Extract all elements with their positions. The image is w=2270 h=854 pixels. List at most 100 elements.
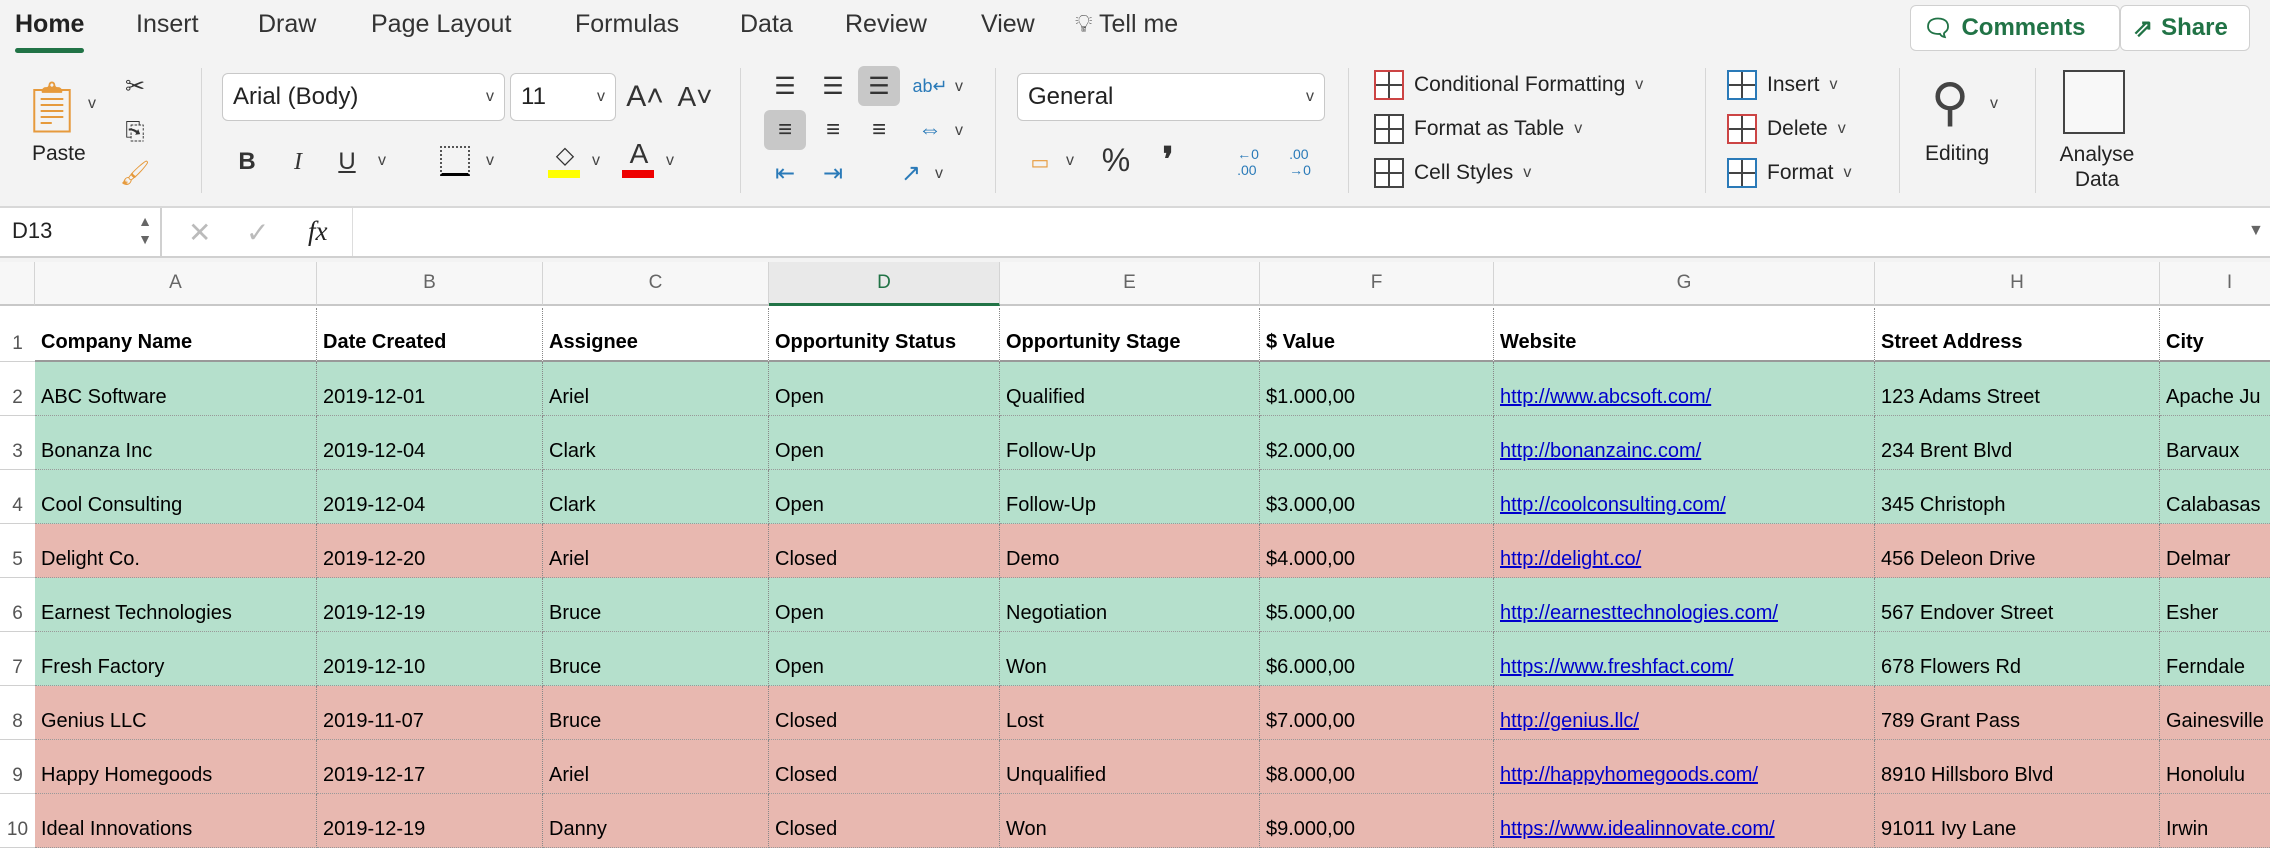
tab-formulas[interactable]: Formulas bbox=[575, 10, 679, 39]
font-size-select[interactable]: 11 v bbox=[510, 73, 616, 121]
table-cell[interactable]: Closed bbox=[769, 524, 1000, 578]
expand-formula-bar-icon[interactable]: ▼ bbox=[2248, 222, 2264, 240]
magnifier-icon[interactable]: ⚲ bbox=[1920, 68, 1980, 138]
table-cell[interactable]: $4.000,00 bbox=[1260, 524, 1494, 578]
wrap-dropdown-icon[interactable]: v bbox=[955, 78, 963, 96]
website-link[interactable]: http://delight.co/ bbox=[1500, 548, 1641, 571]
column-header-g[interactable]: G bbox=[1494, 262, 1875, 306]
table-cell[interactable]: Barvaux bbox=[2160, 416, 2270, 470]
delete-cells-button[interactable]: Delete v bbox=[1727, 114, 1846, 144]
paste-icon[interactable]: 📋︎ bbox=[20, 72, 83, 142]
copy-icon[interactable]: ⎘ bbox=[115, 112, 155, 152]
website-link[interactable]: https://www.freshfact.com/ bbox=[1500, 656, 1733, 679]
share-button[interactable]: ⇗ Share bbox=[2120, 5, 2250, 51]
paste-dropdown-icon[interactable]: v bbox=[88, 95, 96, 113]
table-cell[interactable]: http://bonanzainc.com/ bbox=[1494, 416, 1875, 470]
header-cell[interactable]: Assignee bbox=[543, 308, 769, 362]
cut-icon[interactable]: ✂ bbox=[118, 68, 152, 104]
column-header-b[interactable]: B bbox=[317, 262, 543, 306]
website-link[interactable]: http://www.abcsoft.com/ bbox=[1500, 386, 1711, 409]
cell-styles-button[interactable]: Cell Styles v bbox=[1374, 158, 1531, 188]
conditional-formatting-button[interactable]: Conditional Formatting v bbox=[1374, 70, 1643, 100]
table-cell[interactable]: Delight Co. bbox=[35, 524, 317, 578]
tab-home[interactable]: Home bbox=[15, 10, 85, 53]
underline-button[interactable]: U bbox=[332, 142, 362, 182]
analyse-data-icon[interactable] bbox=[2063, 70, 2125, 134]
table-cell[interactable]: Won bbox=[1000, 632, 1260, 686]
table-cell[interactable]: Demo bbox=[1000, 524, 1260, 578]
table-cell[interactable]: 91011 Ivy Lane bbox=[1875, 794, 2160, 848]
table-cell[interactable]: http://earnesttechnologies.com/ bbox=[1494, 578, 1875, 632]
table-cell[interactable]: Ariel bbox=[543, 362, 769, 416]
header-cell[interactable]: $ Value bbox=[1260, 308, 1494, 362]
tell-me[interactable]: 💡︎ Tell me bbox=[1075, 10, 1178, 39]
table-cell[interactable]: http://delight.co/ bbox=[1494, 524, 1875, 578]
orientation-dropdown-icon[interactable]: v bbox=[935, 165, 943, 183]
number-format-select[interactable]: General v bbox=[1017, 73, 1325, 121]
underline-dropdown-icon[interactable]: v bbox=[378, 152, 386, 170]
table-cell[interactable]: Bruce bbox=[543, 686, 769, 740]
table-cell[interactable]: 2019-12-04 bbox=[317, 470, 543, 524]
table-cell[interactable]: https://www.idealinnovate.com/ bbox=[1494, 794, 1875, 848]
table-cell[interactable]: Open bbox=[769, 362, 1000, 416]
tab-draw[interactable]: Draw bbox=[258, 10, 316, 39]
table-cell[interactable]: Closed bbox=[769, 794, 1000, 848]
table-cell[interactable]: Open bbox=[769, 416, 1000, 470]
table-cell[interactable]: $7.000,00 bbox=[1260, 686, 1494, 740]
table-cell[interactable]: Ideal Innovations bbox=[35, 794, 317, 848]
table-cell[interactable]: 2019-12-17 bbox=[317, 740, 543, 794]
decrease-indent-icon[interactable]: ⇤ bbox=[764, 155, 806, 191]
row-header[interactable]: 7 bbox=[0, 632, 35, 686]
table-cell[interactable]: Apache Ju bbox=[2160, 362, 2270, 416]
table-cell[interactable]: 345 Christoph bbox=[1875, 470, 2160, 524]
merge-center-icon[interactable]: ⇔ bbox=[910, 110, 950, 150]
comma-style-button[interactable]: ❜ bbox=[1150, 140, 1186, 180]
accounting-format-icon[interactable]: ▭ bbox=[1020, 142, 1060, 182]
row-header[interactable]: 1 bbox=[0, 308, 35, 362]
table-cell[interactable]: Delmar bbox=[2160, 524, 2270, 578]
insert-cells-button[interactable]: Insert v bbox=[1727, 70, 1838, 100]
table-cell[interactable]: Follow-Up bbox=[1000, 416, 1260, 470]
comments-button[interactable]: 🗨︎ Comments bbox=[1910, 5, 2120, 51]
table-cell[interactable]: 123 Adams Street bbox=[1875, 362, 2160, 416]
table-cell[interactable]: Closed bbox=[769, 686, 1000, 740]
fill-color-icon[interactable]: ◇ bbox=[548, 140, 582, 170]
select-all-corner[interactable] bbox=[0, 262, 35, 306]
row-header[interactable]: 8 bbox=[0, 686, 35, 740]
analyse-data-label[interactable]: Analyse Data bbox=[2052, 142, 2142, 192]
table-cell[interactable]: Open bbox=[769, 632, 1000, 686]
table-cell[interactable]: Irwin bbox=[2160, 794, 2270, 848]
header-cell[interactable]: Opportunity Stage bbox=[1000, 308, 1260, 362]
table-cell[interactable]: Fresh Factory bbox=[35, 632, 317, 686]
enter-icon[interactable]: ✓ bbox=[246, 216, 269, 249]
table-cell[interactable]: 234 Brent Blvd bbox=[1875, 416, 2160, 470]
website-link[interactable]: http://coolconsulting.com/ bbox=[1500, 494, 1726, 517]
table-cell[interactable]: Cool Consulting bbox=[35, 470, 317, 524]
italic-button[interactable]: I bbox=[283, 142, 313, 182]
table-cell[interactable]: Earnest Technologies bbox=[35, 578, 317, 632]
fill-color-dropdown-icon[interactable]: v bbox=[592, 152, 600, 170]
align-center-icon[interactable]: ≡ bbox=[812, 110, 854, 150]
align-bottom-icon[interactable]: ☰ bbox=[858, 66, 900, 106]
borders-icon[interactable] bbox=[440, 146, 470, 176]
wrap-text-icon[interactable]: ab↵ bbox=[910, 66, 950, 106]
column-header-h[interactable]: H bbox=[1875, 262, 2160, 306]
font-color-dropdown-icon[interactable]: v bbox=[666, 152, 674, 170]
align-right-icon[interactable]: ≡ bbox=[858, 110, 900, 150]
increase-indent-icon[interactable]: ⇥ bbox=[812, 155, 854, 191]
table-cell[interactable]: Bruce bbox=[543, 578, 769, 632]
table-cell[interactable]: Gainesville bbox=[2160, 686, 2270, 740]
table-cell[interactable]: Clark bbox=[543, 470, 769, 524]
table-cell[interactable]: $1.000,00 bbox=[1260, 362, 1494, 416]
font-name-select[interactable]: Arial (Body) v bbox=[222, 73, 505, 121]
align-middle-icon[interactable]: ☰ bbox=[812, 66, 854, 106]
table-cell[interactable]: https://www.freshfact.com/ bbox=[1494, 632, 1875, 686]
row-header[interactable]: 2 bbox=[0, 362, 35, 416]
column-header-d[interactable]: D bbox=[769, 262, 1000, 306]
spreadsheet-grid[interactable]: A B C D E F G H I 1 Company Name Date Created Assign… bbox=[0, 262, 2270, 854]
table-cell[interactable]: Ariel bbox=[543, 740, 769, 794]
table-cell[interactable]: Unqualified bbox=[1000, 740, 1260, 794]
row-header[interactable]: 4 bbox=[0, 470, 35, 524]
header-cell[interactable]: Website bbox=[1494, 308, 1875, 362]
table-cell[interactable]: $8.000,00 bbox=[1260, 740, 1494, 794]
